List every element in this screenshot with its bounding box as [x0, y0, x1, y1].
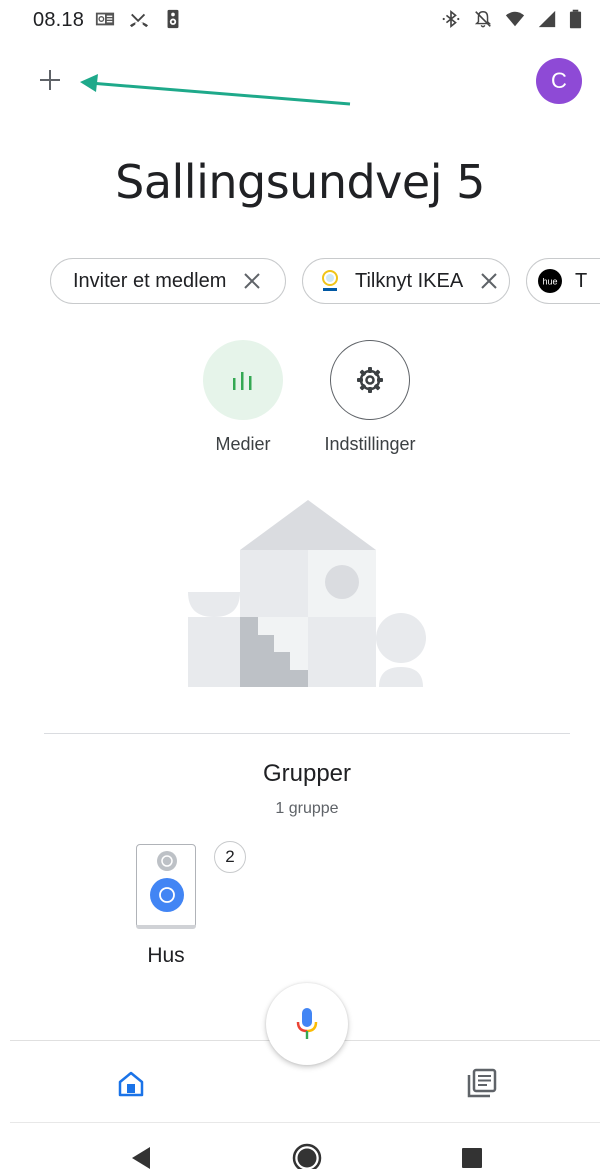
recents-icon[interactable]: [460, 1146, 484, 1169]
wifi-icon: [505, 11, 525, 27]
svg-text:hue: hue: [542, 277, 557, 287]
media-label: Medier: [215, 434, 271, 454]
home-title: Sallingsundvej 5: [115, 155, 485, 209]
status-bar: 08.18: [0, 0, 600, 40]
groups-title: Grupper: [262, 760, 352, 787]
media-action[interactable]: Medier: [178, 340, 308, 455]
missed-call-icon: [129, 13, 149, 28]
bluetooth-icon: [442, 10, 460, 28]
avatar-letter: C: [551, 68, 567, 93]
device-count-badge: 2: [214, 841, 246, 873]
account-avatar[interactable]: C: [536, 58, 582, 104]
chip-invite-member[interactable]: Inviter et medlem: [50, 258, 286, 304]
home-icon[interactable]: [116, 1069, 146, 1099]
add-button[interactable]: [34, 64, 66, 96]
plus-icon: [40, 70, 60, 90]
outlook-icon: [95, 12, 115, 26]
chip-label: Tilknyt IKEA: [355, 269, 464, 292]
speaker-group-icon: [136, 844, 196, 928]
voice-assistant-button[interactable]: [266, 983, 348, 1065]
divider: [44, 733, 570, 734]
signal-icon: [538, 10, 556, 28]
chip-link-hue[interactable]: hue T: [526, 258, 600, 304]
system-navigation: [10, 1122, 600, 1169]
media-circle[interactable]: [203, 340, 283, 420]
close-icon[interactable]: [479, 271, 499, 291]
gear-icon: [357, 367, 383, 393]
group-name: Hus: [147, 944, 185, 967]
home-circle-icon[interactable]: [292, 1143, 322, 1169]
status-time: 08.18: [33, 9, 85, 31]
battery-icon: [569, 9, 582, 29]
group-tile-hus[interactable]: 2 Hus: [130, 838, 250, 973]
groups-subtitle: 1 gruppe: [275, 800, 339, 817]
feed-icon[interactable]: [466, 1067, 498, 1099]
media-bars-icon: [233, 372, 252, 390]
speaker-graphic: [150, 851, 184, 912]
speaker-base: [136, 925, 196, 929]
status-left-icons: [95, 8, 183, 30]
ikea-lamp-icon: [322, 270, 338, 291]
settings-label: Indstillinger: [324, 434, 416, 454]
speaker-icon: [167, 9, 179, 29]
notifications-off-icon: [474, 10, 492, 28]
status-right-icons: [441, 8, 582, 30]
chip-label: Inviter et medlem: [73, 269, 227, 292]
close-icon[interactable]: [242, 271, 262, 291]
chip-link-ikea[interactable]: Tilknyt IKEA: [302, 258, 510, 304]
settings-action[interactable]: Indstillinger: [305, 340, 435, 455]
suggestion-chips: Inviter et medlem Tilknyt IKEA hue T: [50, 258, 600, 304]
hue-icon: hue: [538, 269, 562, 293]
back-icon[interactable]: [128, 1145, 154, 1169]
google-mic-icon: [296, 1008, 318, 1039]
chip-label: T: [575, 269, 588, 292]
home-illustration: [188, 500, 426, 687]
annotation-arrow: [80, 74, 351, 106]
settings-circle[interactable]: [330, 340, 410, 420]
